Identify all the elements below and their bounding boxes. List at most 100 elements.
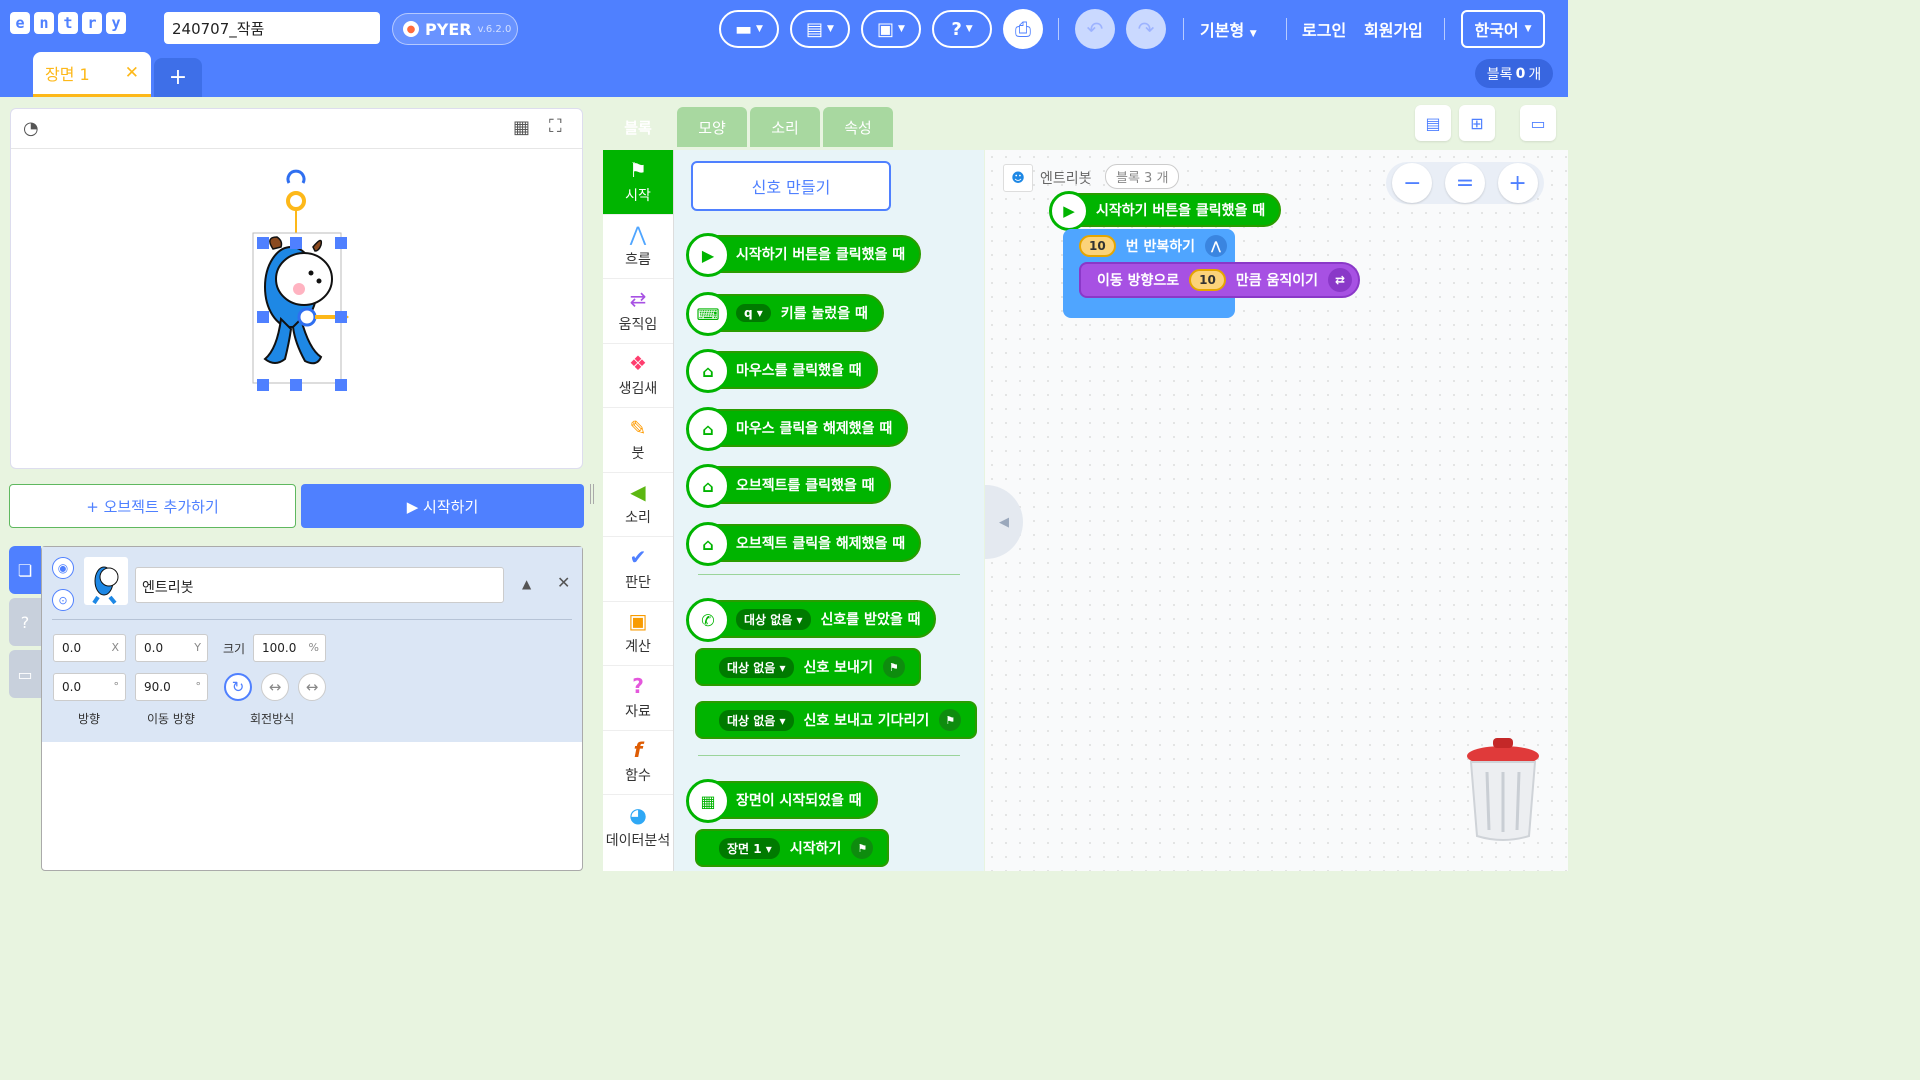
trash-can-icon[interactable]: [1463, 732, 1543, 842]
delete-object-icon[interactable]: ✕: [557, 573, 570, 592]
block-on-start-click[interactable]: ▶ 시작하기 버튼을 클릭했을 때: [686, 233, 922, 277]
mode-select[interactable]: 기본형 ▼: [1200, 17, 1257, 41]
size-field[interactable]: 100.0%: [253, 634, 326, 662]
comment-button[interactable]: ▤: [1415, 105, 1451, 141]
block-key-pressed[interactable]: ⌨ q ▾ 키를 눌렀을 때: [686, 292, 884, 336]
script-on-start-block[interactable]: ▶ 시작하기 버튼을 클릭했을 때: [1049, 191, 1282, 231]
tab-sounds[interactable]: 소리: [750, 107, 820, 147]
mouse-icon: ⌂: [686, 349, 730, 393]
signal-dropdown[interactable]: 대상 없음 ▾: [719, 709, 794, 731]
block-signal-received[interactable]: ✆ 대상 없음 ▾ 신호를 받았을 때: [686, 598, 937, 642]
print-button[interactable]: ⎙: [1003, 9, 1043, 49]
add-comment-button[interactable]: ⊞: [1459, 105, 1495, 141]
zoom-out-button[interactable]: −: [1392, 163, 1433, 203]
login-link[interactable]: 로그인: [1302, 17, 1346, 41]
scene-tab[interactable]: 장면 1 ✕: [33, 52, 151, 97]
category-judge[interactable]: ✔ 판단: [603, 537, 673, 602]
block-object-release[interactable]: ⌂ 오브젝트 클릭을 해제했을 때: [686, 522, 922, 566]
script-move-block[interactable]: 이동 방향으로 10 만큼 움직이기 ⇄: [1079, 262, 1361, 298]
make-signal-button[interactable]: 신호 만들기: [691, 161, 891, 211]
add-object-button[interactable]: + 오브젝트 추가하기: [9, 484, 296, 528]
block-mouse-click[interactable]: ⌂ 마우스를 클릭했을 때: [686, 349, 878, 393]
close-icon[interactable]: ✕: [125, 63, 139, 83]
flag-icon: ⚑: [939, 709, 962, 731]
language-select[interactable]: 한국어 ▼: [1461, 10, 1545, 48]
block-start-scene[interactable]: 장면 1 ▾ 시작하기 ⚑: [695, 829, 890, 867]
block-mouse-release[interactable]: ⌂ 마우스 클릭을 해제했을 때: [686, 407, 909, 451]
repeat-count[interactable]: 10: [1079, 235, 1116, 257]
y-field[interactable]: 0.0 Y: [135, 634, 208, 662]
collapse-palette-button[interactable]: ◀: [985, 485, 1023, 559]
category-calc[interactable]: ▣ 계산: [603, 602, 673, 666]
category-data[interactable]: ? 자료: [603, 666, 673, 731]
save-menu-button[interactable]: ▣ ▼: [861, 10, 921, 48]
category-analysis[interactable]: ◕ 데이터분석: [603, 795, 673, 860]
category-label: 붓: [631, 445, 645, 462]
block-helper-button[interactable]: ▭: [1520, 105, 1556, 141]
category-sound[interactable]: ◀ 소리: [603, 473, 673, 537]
block-count-badge: 블록 0 개: [1475, 59, 1553, 88]
rotate-free-icon[interactable]: ↻: [224, 673, 252, 701]
speed-gauge-icon[interactable]: ◔: [23, 118, 39, 139]
start-button[interactable]: ▶ 시작하기: [301, 484, 584, 528]
object-card[interactable]: ◉ ⊙ 엔트리봇 ▲ ✕ 0.0 X 0.0 Y 크기 100.0% 0.0 ° 90…: [42, 547, 582, 742]
object-name-input[interactable]: 엔트리봇: [135, 567, 504, 603]
block-send-signal[interactable]: 대상 없음 ▾ 신호 보내기 ⚑: [695, 648, 921, 686]
file-menu-button[interactable]: ▤ ▼: [790, 10, 850, 48]
entry-logo[interactable]: e n t r y: [10, 12, 126, 34]
help-menu-button[interactable]: ? ▼: [932, 10, 992, 48]
collapse-icon[interactable]: ▲: [522, 577, 531, 591]
category-flow[interactable]: ⋀ 흐름: [603, 215, 673, 279]
scene-tab-label: 장면 1: [45, 65, 90, 84]
category-brush[interactable]: ✎ 붓: [603, 408, 673, 473]
tab-blocks[interactable]: 블록: [603, 107, 673, 147]
degree-unit: °: [113, 680, 120, 693]
category-looks[interactable]: ❖ 생김새: [603, 344, 673, 408]
key-dropdown[interactable]: q ▾: [736, 304, 771, 322]
programming-mode-button[interactable]: ▬ ▼: [719, 10, 779, 48]
block-send-signal-wait[interactable]: 대상 없음 ▾ 신호 보내고 기다리기 ⚑: [695, 701, 978, 739]
rotate-horizontal-icon[interactable]: ↔: [261, 673, 289, 701]
dropdown-value: 대상 없음: [744, 612, 793, 627]
move-value[interactable]: 10: [1189, 269, 1226, 291]
object-thumbnail-icon: ☻: [1003, 164, 1033, 192]
mouse-icon: ⌂: [686, 522, 730, 566]
direction-field[interactable]: 0.0 °: [53, 673, 126, 701]
calc-icon: ▣: [628, 609, 648, 634]
console-tab[interactable]: ▭: [9, 650, 41, 698]
rotate-none-icon[interactable]: ↔: [298, 673, 326, 701]
block-object-click[interactable]: ⌂ 오브젝트를 클릭했을 때: [686, 464, 891, 508]
fullscreen-icon[interactable]: ⛶: [549, 116, 562, 137]
redo-button[interactable]: ↷: [1126, 9, 1166, 49]
category-move[interactable]: ⇄ 움직임: [603, 279, 673, 344]
add-scene-button[interactable]: +: [154, 58, 202, 97]
eye-icon[interactable]: ◉: [52, 557, 74, 579]
tab-shapes[interactable]: 모양: [677, 107, 747, 147]
tab-properties-label: 속성: [844, 118, 872, 137]
lock-icon[interactable]: ⊙: [52, 589, 74, 611]
zoom-in-button[interactable]: +: [1497, 163, 1538, 203]
entrybot-sprite[interactable]: [241, 169, 351, 399]
scene-dropdown[interactable]: 장면 1 ▾: [719, 837, 780, 859]
category-function[interactable]: f 함수: [603, 731, 673, 795]
block-palette[interactable]: 신호 만들기 ▶ 시작하기 버튼을 클릭했을 때 ⌨ q ▾ 키를 눌렀을 때 ⌂ 마우…: [674, 150, 984, 871]
signal-dropdown[interactable]: 대상 없음 ▾: [736, 608, 811, 630]
signup-link[interactable]: 회원가입: [1364, 17, 1423, 41]
x-field[interactable]: 0.0 X: [53, 634, 126, 662]
category-start[interactable]: ⚑ 시작: [603, 150, 673, 215]
script-workspace[interactable]: ◀ ☻ 엔트리봇 블록 3 개 ▶ 시작하기 버튼을 클릭했을 때 10 번 반…: [985, 150, 1568, 871]
move-direction-field[interactable]: 90.0 °: [135, 673, 208, 701]
tab-properties[interactable]: 속성: [823, 107, 893, 147]
help-tab[interactable]: ?: [9, 598, 41, 646]
project-title-input[interactable]: 240707_작품: [164, 12, 380, 44]
block-scene-started[interactable]: ▦ 장면이 시작되었을 때: [686, 779, 878, 823]
grid-icon[interactable]: ▦: [513, 117, 530, 138]
resize-handle[interactable]: [590, 484, 594, 504]
undo-button[interactable]: ↶: [1075, 9, 1115, 49]
pyer-badge[interactable]: ● PYER v.6.2.0: [392, 13, 518, 45]
zoom-reset-button[interactable]: =: [1444, 163, 1485, 203]
stage[interactable]: ◔ ▦ ⛶: [10, 108, 583, 469]
signal-dropdown[interactable]: 대상 없음 ▾: [719, 656, 794, 678]
divider: [52, 619, 572, 620]
object-tab[interactable]: ❏: [9, 546, 41, 594]
